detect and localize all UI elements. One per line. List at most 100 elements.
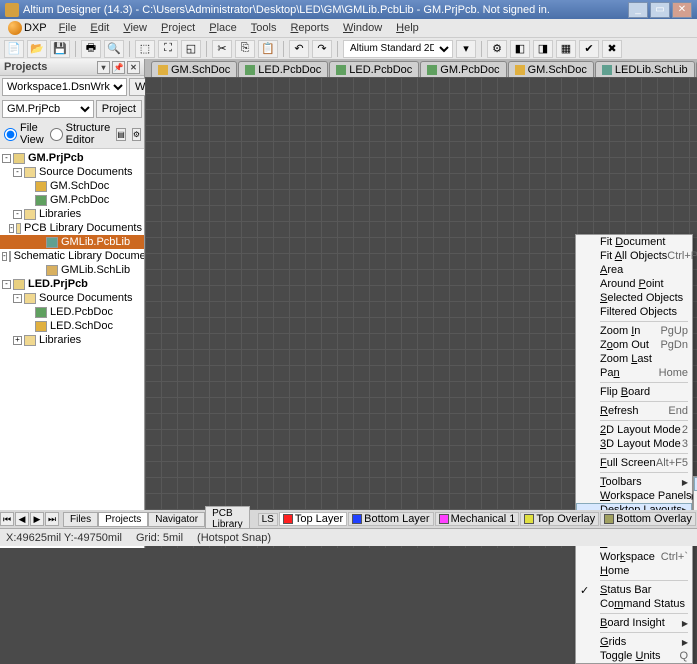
tb-mode-select[interactable]: Altium Standard 2D [343, 40, 453, 58]
menu-item[interactable]: Around Point [576, 277, 692, 291]
menu-item[interactable]: RefreshEnd [576, 404, 692, 418]
tree-node[interactable]: -Libraries [0, 207, 144, 221]
btab-navigator[interactable]: Navigator [148, 512, 205, 527]
close-button[interactable]: ✕ [672, 2, 692, 18]
tb-undo[interactable]: ↶ [289, 40, 309, 58]
minimize-button[interactable]: _ [628, 2, 648, 18]
tb-ico1[interactable]: ⚙ [487, 40, 507, 58]
nav-next[interactable]: ▶ [30, 512, 44, 526]
tb-open[interactable]: 📂 [27, 40, 47, 58]
tree-node[interactable]: LED.PcbDoc [0, 305, 144, 319]
layer-tab[interactable]: Top Layer [279, 512, 347, 526]
tb-ico4[interactable]: ▦ [556, 40, 576, 58]
menu-tools[interactable]: Tools [245, 20, 283, 36]
tree-expander[interactable]: - [13, 294, 22, 303]
menu-item[interactable]: Grids▶ [576, 635, 692, 649]
menu-item[interactable]: PanHome [576, 366, 692, 380]
tb-ico5[interactable]: ✔ [579, 40, 599, 58]
tb-cut[interactable]: ✂ [212, 40, 232, 58]
btab-files[interactable]: Files [63, 512, 98, 527]
doc-tab[interactable]: LED.PcbDoc [238, 61, 328, 77]
tree-expander[interactable]: - [2, 252, 7, 261]
tb-redo[interactable]: ↷ [312, 40, 332, 58]
workspace-select[interactable]: Workspace1.DsnWrk [2, 78, 127, 96]
tree-node[interactable]: -LED.PrjPcb [0, 277, 144, 291]
maximize-button[interactable]: ▭ [650, 2, 670, 18]
menu-item[interactable]: ✓Status Bar [576, 583, 692, 597]
tree-expander[interactable]: - [2, 154, 11, 163]
layer-set[interactable]: LS [258, 513, 278, 526]
menu-item[interactable]: Full ScreenAlt+F5 [576, 456, 692, 470]
menu-edit[interactable]: Edit [84, 20, 115, 36]
nav-last[interactable]: ⏭ [45, 512, 59, 526]
menu-item[interactable]: Workspace Panels▶ [576, 489, 692, 503]
layer-tab[interactable]: Mechanical 1 [435, 512, 520, 526]
tree-node[interactable]: GM.PcbDoc [0, 193, 144, 207]
menu-item[interactable]: Toggle UnitsQ [576, 649, 692, 663]
tb-print[interactable]: 🖶 [81, 40, 101, 58]
menu-item[interactable]: Area [576, 263, 692, 277]
panel-pin[interactable]: 📌 [112, 61, 125, 74]
tree-node[interactable]: -Source Documents [0, 165, 144, 179]
tree-expander[interactable]: - [13, 168, 22, 177]
tree-node[interactable]: -PCB Library Documents [0, 221, 144, 235]
menu-item[interactable]: Command Status [576, 597, 692, 611]
tree-node[interactable]: GM.SchDoc [0, 179, 144, 193]
tb-copy[interactable]: ⎘ [235, 40, 255, 58]
panel-dd[interactable]: ▾ [97, 61, 110, 74]
menu-item[interactable]: Fit All ObjectsCtrl+PgDn [576, 249, 692, 263]
doc-tab[interactable]: GM.SchDoc [508, 61, 594, 77]
panel-opt1[interactable]: ▤ [116, 128, 126, 141]
doc-tab[interactable]: GM.SchDoc [151, 61, 237, 77]
menu-project[interactable]: Project [155, 20, 201, 36]
doc-tab[interactable]: LEDLib.SchLib [595, 61, 695, 77]
tree-node[interactable]: -Source Documents [0, 291, 144, 305]
project-select[interactable]: GM.PrjPcb [2, 100, 94, 118]
menu-item[interactable]: Home [576, 564, 692, 578]
tree-node[interactable]: LED.SchDoc [0, 319, 144, 333]
nav-first[interactable]: ⏮ [0, 512, 14, 526]
tree-node[interactable]: -Schematic Library Documents [0, 249, 144, 263]
tb-paste[interactable]: 📋 [258, 40, 278, 58]
menu-item[interactable]: 2D Layout Mode2 [576, 423, 692, 437]
menu-file[interactable]: File [53, 20, 83, 36]
menu-place[interactable]: Place [203, 20, 243, 36]
tb-ico6[interactable]: ✖ [602, 40, 622, 58]
menu-item[interactable]: Selected Objects [576, 291, 692, 305]
tb-zoom-fit[interactable]: ⛶ [158, 40, 178, 58]
menu-window[interactable]: Window [337, 20, 388, 36]
panel-opt2[interactable]: ⚙ [132, 128, 141, 141]
pcb-canvas[interactable]: Fit DocumentFit All ObjectsCtrl+PgDnArea… [145, 77, 697, 548]
panel-close[interactable]: ✕ [127, 61, 140, 74]
tree-expander[interactable]: + [13, 336, 22, 345]
tree-node[interactable]: GMLib.SchLib [0, 263, 144, 277]
tb-dd1[interactable]: ▾ [456, 40, 476, 58]
tb-ico2[interactable]: ◧ [510, 40, 530, 58]
tb-ico3[interactable]: ◨ [533, 40, 553, 58]
menu-item[interactable]: Zoom OutPgDn [576, 338, 692, 352]
tree-node[interactable]: -GM.PrjPcb [0, 151, 144, 165]
menu-view[interactable]: View [117, 20, 153, 36]
menu-help[interactable]: Help [390, 20, 425, 36]
project-tree[interactable]: -GM.PrjPcb-Source DocumentsGM.SchDocGM.P… [0, 149, 144, 548]
file-view-radio[interactable]: File View [4, 122, 44, 146]
tree-expander[interactable]: - [13, 210, 22, 219]
doc-tab[interactable]: LED.PcbDoc [329, 61, 419, 77]
nav-prev[interactable]: ◀ [15, 512, 29, 526]
menu-item[interactable]: Zoom InPgUp [576, 324, 692, 338]
project-button[interactable]: Project [96, 100, 142, 118]
tree-node[interactable]: GMLib.PcbLib [0, 235, 144, 249]
tree-node[interactable]: +Libraries [0, 333, 144, 347]
menu-item[interactable]: Filtered Objects [576, 305, 692, 319]
layer-tab[interactable]: Bottom Overlay [600, 512, 696, 526]
doc-tab[interactable]: GM.PcbDoc [420, 61, 506, 77]
menu-item[interactable]: Fit Document [576, 235, 692, 249]
tree-expander[interactable]: - [2, 280, 11, 289]
tb-save[interactable]: 💾 [50, 40, 70, 58]
btab-projects[interactable]: Projects [98, 512, 148, 527]
tb-preview[interactable]: 🔍 [104, 40, 124, 58]
tb-zoom-sel[interactable]: ◱ [181, 40, 201, 58]
layer-tab[interactable]: Bottom Layer [348, 512, 433, 526]
menu-item[interactable]: 3D Layout Mode3 [576, 437, 692, 451]
menu-item[interactable]: Zoom Last [576, 352, 692, 366]
